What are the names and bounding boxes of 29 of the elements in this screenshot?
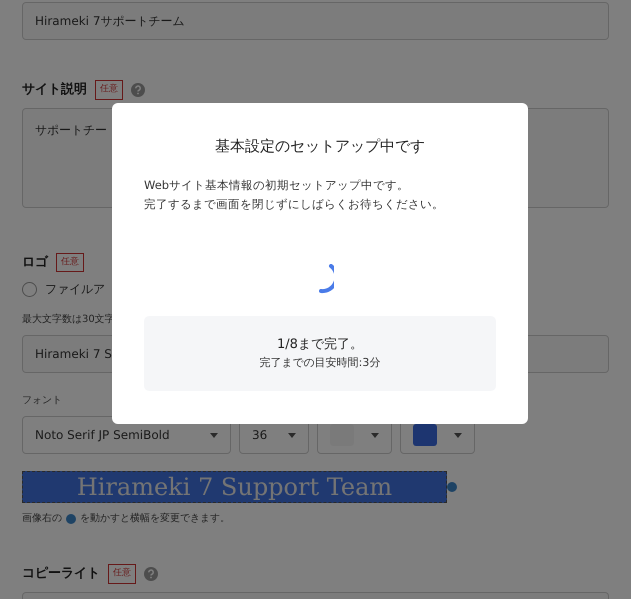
color-swatch xyxy=(413,424,437,446)
field-label: コピーライト xyxy=(22,565,100,583)
radio-button[interactable] xyxy=(22,282,37,296)
resize-handle[interactable] xyxy=(447,482,457,492)
handle-icon xyxy=(66,514,76,524)
copyright-field[interactable] xyxy=(22,592,609,599)
help-icon[interactable] xyxy=(144,566,158,581)
modal-title: 基本設定のセットアップ中です xyxy=(214,136,426,157)
caret-icon xyxy=(371,432,379,438)
optional-tag: 任意 xyxy=(108,564,136,584)
message-text: 完了するまで画面を閉じずにしばらくお待ちください。 xyxy=(144,196,445,212)
note-text: を動かすと横幅を変更できます。 xyxy=(80,512,230,526)
field-label: フォント xyxy=(22,394,63,408)
help-icon[interactable] xyxy=(131,82,145,97)
caret-icon xyxy=(210,432,218,438)
message-text: Webサイト基本情報の初期セットアップ中です。 xyxy=(144,176,410,194)
note-text: 画像右の xyxy=(22,512,62,526)
field-label: サイト説明 xyxy=(22,81,87,99)
caret-icon xyxy=(288,432,296,438)
text-field[interactable]: Hirameki 7サポートチーム xyxy=(22,2,609,40)
progress-text: 1/8まで完了。 xyxy=(277,336,363,354)
loading-spinner xyxy=(318,264,334,294)
field-label: ロゴ xyxy=(22,254,48,272)
optional-tag: 任意 xyxy=(56,252,84,272)
radio-label: ファイルア xyxy=(45,281,105,298)
caret-icon xyxy=(454,432,462,438)
logo-preview: Hirameki 7 Support Team xyxy=(22,471,447,503)
optional-tag: 任意 xyxy=(95,80,123,100)
estimate-text: 完了までの目安時間:3分 xyxy=(260,354,380,370)
